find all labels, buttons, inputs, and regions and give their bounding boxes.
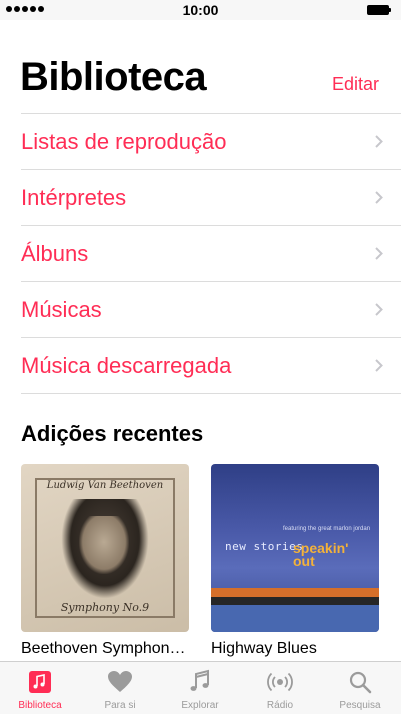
cover-artist-text: Ludwig Van Beethoven — [46, 480, 164, 491]
album-cover[interactable]: featuring the great marlon jordan new st… — [211, 464, 379, 632]
chevron-right-icon — [375, 135, 383, 148]
heart-icon — [108, 671, 132, 692]
cover-text-speakin-out: speakin' out — [293, 540, 349, 569]
cover-stripe — [211, 588, 379, 597]
status-time: 10:00 — [182, 2, 219, 18]
tab-label: Biblioteca — [18, 700, 62, 711]
search-icon — [349, 671, 372, 694]
tab-radio[interactable]: Rádio — [240, 662, 320, 714]
tab-label: Pesquisa — [339, 700, 381, 711]
menu-item-songs[interactable]: Músicas — [21, 281, 401, 337]
tab-label: Explorar — [181, 700, 219, 711]
music-notes-icon — [190, 669, 209, 691]
album-title: Beethoven Symphon… — [21, 640, 186, 657]
cover-title-text: Symphony No.9 — [60, 601, 150, 614]
chevron-right-icon — [375, 359, 383, 372]
menu-item-label: Músicas — [21, 296, 102, 322]
tab-library[interactable]: Biblioteca — [0, 662, 80, 714]
tab-for-you[interactable]: Para si — [80, 662, 160, 714]
menu-item-artists[interactable]: Intérpretes — [21, 169, 401, 225]
menu-item-albums[interactable]: Álbuns — [21, 225, 401, 281]
tab-bar: Biblioteca Para si Explorar Rádio Pesqui… — [0, 661, 401, 714]
cover-text-new-stories: new stories — [225, 540, 304, 553]
battery-icon — [367, 5, 391, 16]
chevron-right-icon — [375, 303, 383, 316]
music-note-icon — [29, 671, 51, 693]
menu-item-label: Música descarregada — [21, 352, 232, 378]
album-cover[interactable]: Ludwig Van Beethoven Symphony No.9 — [21, 464, 189, 632]
status-bar: 10:00 — [0, 0, 401, 20]
menu-item-playlists[interactable]: Listas de reprodução — [21, 113, 401, 169]
cover-small-text: featuring the great marlon jordan — [283, 526, 371, 532]
page-title: Biblioteca — [20, 55, 207, 99]
tab-label: Rádio — [266, 700, 294, 711]
menu-item-label: Álbuns — [21, 240, 89, 266]
tab-label: Para si — [104, 700, 136, 711]
chevron-right-icon — [375, 247, 383, 260]
radio-icon — [267, 672, 293, 692]
album-title: Highway Blues — [211, 640, 317, 657]
cover-stripe — [211, 605, 379, 632]
recent-additions-title: Adições recentes — [21, 421, 204, 446]
menu-item-downloaded[interactable]: Música descarregada — [21, 337, 401, 394]
chevron-right-icon — [375, 191, 383, 204]
cover-stripe — [211, 597, 379, 605]
tab-search[interactable]: Pesquisa — [320, 662, 400, 714]
edit-button[interactable]: Editar — [332, 74, 379, 95]
library-menu: Listas de reprodução Intérpretes Álbuns … — [21, 113, 401, 394]
tab-browse[interactable]: Explorar — [160, 662, 240, 714]
cover-portrait-face — [79, 516, 129, 574]
album-card-beethoven[interactable]: Ludwig Van Beethoven Symphony No.9 Beeth… — [21, 464, 190, 658]
menu-item-label: Listas de reprodução — [21, 128, 227, 154]
menu-item-label: Intérpretes — [21, 184, 127, 210]
album-card-highway-blues[interactable]: featuring the great marlon jordan new st… — [211, 464, 380, 658]
